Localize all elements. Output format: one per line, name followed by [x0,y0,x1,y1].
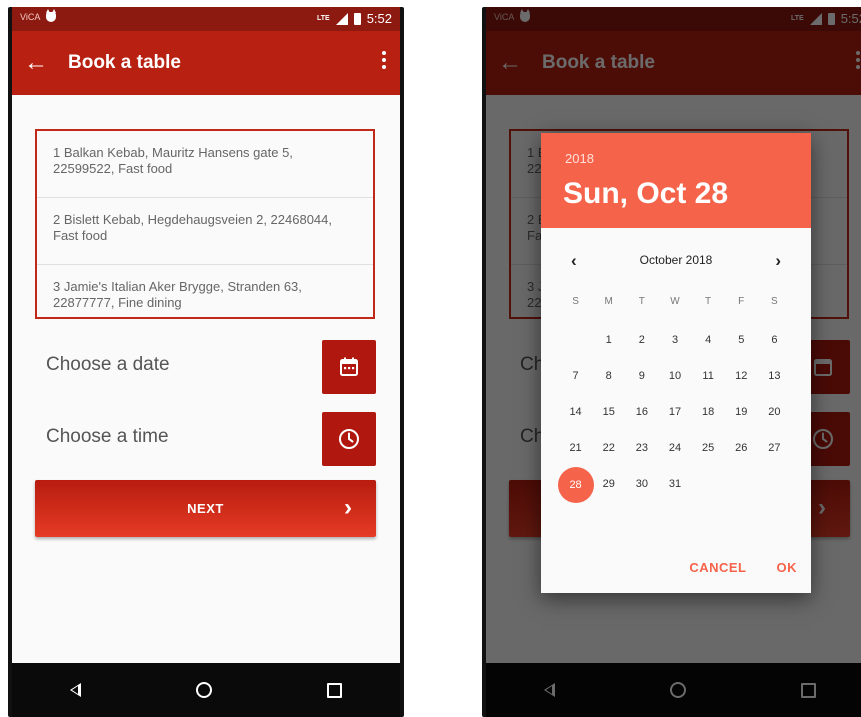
ok-button[interactable]: OK [777,560,798,575]
calendar-day[interactable]: 29 [592,468,625,501]
weekday-label: F [738,296,745,307]
calendar-day[interactable]: 31 [659,468,692,501]
dialog-actions: CANCEL OK [689,560,797,575]
phone-booking-screen: ViCA LTE 5:52 ← Book a table 1 Balkan Ke… [8,7,404,717]
calendar-day[interactable]: 17 [659,396,692,429]
clock-time: 5:52 [366,11,392,26]
weekday-label: M [604,296,613,307]
restaurant-text: 2 Bislett Kebab, Hegdehaugsveien 2, 2246… [53,212,332,243]
nav-back-icon[interactable] [69,683,81,697]
calendar-day[interactable]: 18 [692,396,725,429]
overflow-menu-icon[interactable] [382,51,386,72]
date-chooser-label: Choose a date [46,354,170,375]
calendar-day[interactable]: 21 [559,432,592,465]
calendar-day[interactable]: 14 [559,396,592,429]
time-chooser-label: Choose a time [46,426,169,447]
calendar-day[interactable]: 24 [659,432,692,465]
calendar-day[interactable]: 13 [758,360,791,393]
calendar-day[interactable]: 9 [625,360,658,393]
month-navigation: ‹ October 2018 › [541,251,811,271]
restaurant-list[interactable]: 1 Balkan Kebab, Mauritz Hansens gate 5, … [35,129,375,319]
booking-screen: ViCA LTE 5:52 ← Book a table 1 Balkan Ke… [12,7,400,717]
calendar-day[interactable]: 5 [725,324,758,357]
chevron-right-icon[interactable]: › [775,251,781,271]
date-picker-header: 2018 Sun, Oct 28 [541,133,811,228]
app-bar: ← Book a table [12,31,400,95]
calendar-day[interactable]: 30 [625,468,658,501]
battery-icon [353,12,361,25]
weekday-label: T [705,296,712,307]
calendar-day[interactable]: 7 [559,360,592,393]
time-picker-button[interactable] [322,412,376,466]
network-label: LTE [316,15,330,22]
cat-icon [46,9,57,22]
restaurant-text: 1 Balkan Kebab, Mauritz Hansens gate 5, … [53,145,293,176]
list-item[interactable]: 3 Jamie's Italian Aker Brygge, Stranden … [37,265,373,317]
month-label: October 2018 [639,253,713,267]
back-arrow-icon[interactable]: ← [24,51,48,75]
phone-date-picker-screen: ViCA LTE 5:52 ← Book a table 1 Balkan Ke… [482,7,861,717]
carrier-label: ViCA [20,12,41,22]
calendar-day[interactable]: 2 [625,324,658,357]
calendar-day[interactable]: 22 [592,432,625,465]
calendar-day[interactable]: 19 [725,396,758,429]
status-bar: ViCA LTE 5:52 [12,7,400,31]
signal-icon [335,12,348,25]
calendar-day[interactable]: 10 [659,360,692,393]
picker-selected-date: Sun, Oct 28 [563,177,729,210]
calendar-day[interactable]: 16 [625,396,658,429]
chevron-right-icon: › [344,494,352,521]
calendar-day[interactable]: 12 [725,360,758,393]
restaurant-text: 3 Jamie's Italian Aker Brygge, Stranden … [53,279,302,310]
weekday-header: SMTWTFS [559,296,791,307]
nav-home-icon[interactable] [195,682,212,698]
picker-year[interactable]: 2018 [565,151,594,166]
cancel-button[interactable]: CANCEL [689,560,746,575]
system-nav-bar [12,663,400,717]
calendar-day[interactable]: 23 [625,432,658,465]
booking-content: 1 Balkan Kebab, Mauritz Hansens gate 5, … [12,95,400,663]
page-title: Book a table [68,52,181,73]
calendar-day[interactable]: 27 [758,432,791,465]
next-button-label: NEXT [187,501,224,516]
calendar-icon [340,357,358,376]
booking-screen-dimmed: ViCA LTE 5:52 ← Book a table 1 Balkan Ke… [486,7,861,717]
calendar-day[interactable]: 20 [758,396,791,429]
date-chooser-row: Choose a date [46,340,376,396]
calendar-day[interactable]: 25 [692,432,725,465]
calendar-day-selected[interactable]: 28 [557,466,594,503]
date-picker-dialog: 2018 Sun, Oct 28 ‹ October 2018 › SMTWTF… [541,133,811,593]
next-button[interactable]: NEXT › [35,480,376,537]
clock-icon [339,429,359,449]
calendar-day[interactable]: 4 [692,324,725,357]
list-item[interactable]: 1 Balkan Kebab, Mauritz Hansens gate 5, … [37,131,373,198]
weekday-label: S [770,296,778,307]
list-item[interactable]: 2 Bislett Kebab, Hegdehaugsveien 2, 2246… [37,198,373,265]
weekday-label: T [638,296,645,307]
weekday-label: W [670,296,680,307]
calendar-day[interactable]: 6 [758,324,791,357]
calendar-day[interactable]: 26 [725,432,758,465]
calendar-day[interactable]: 3 [659,324,692,357]
calendar-day[interactable]: 1 [592,324,625,357]
time-chooser-row: Choose a time [46,412,376,468]
date-picker-button[interactable] [322,340,376,394]
calendar-day[interactable]: 8 [592,360,625,393]
calendar-day[interactable]: 15 [592,396,625,429]
weekday-label: S [572,296,579,307]
nav-recents-icon[interactable] [327,682,343,698]
calendar-day[interactable]: 11 [692,360,725,393]
